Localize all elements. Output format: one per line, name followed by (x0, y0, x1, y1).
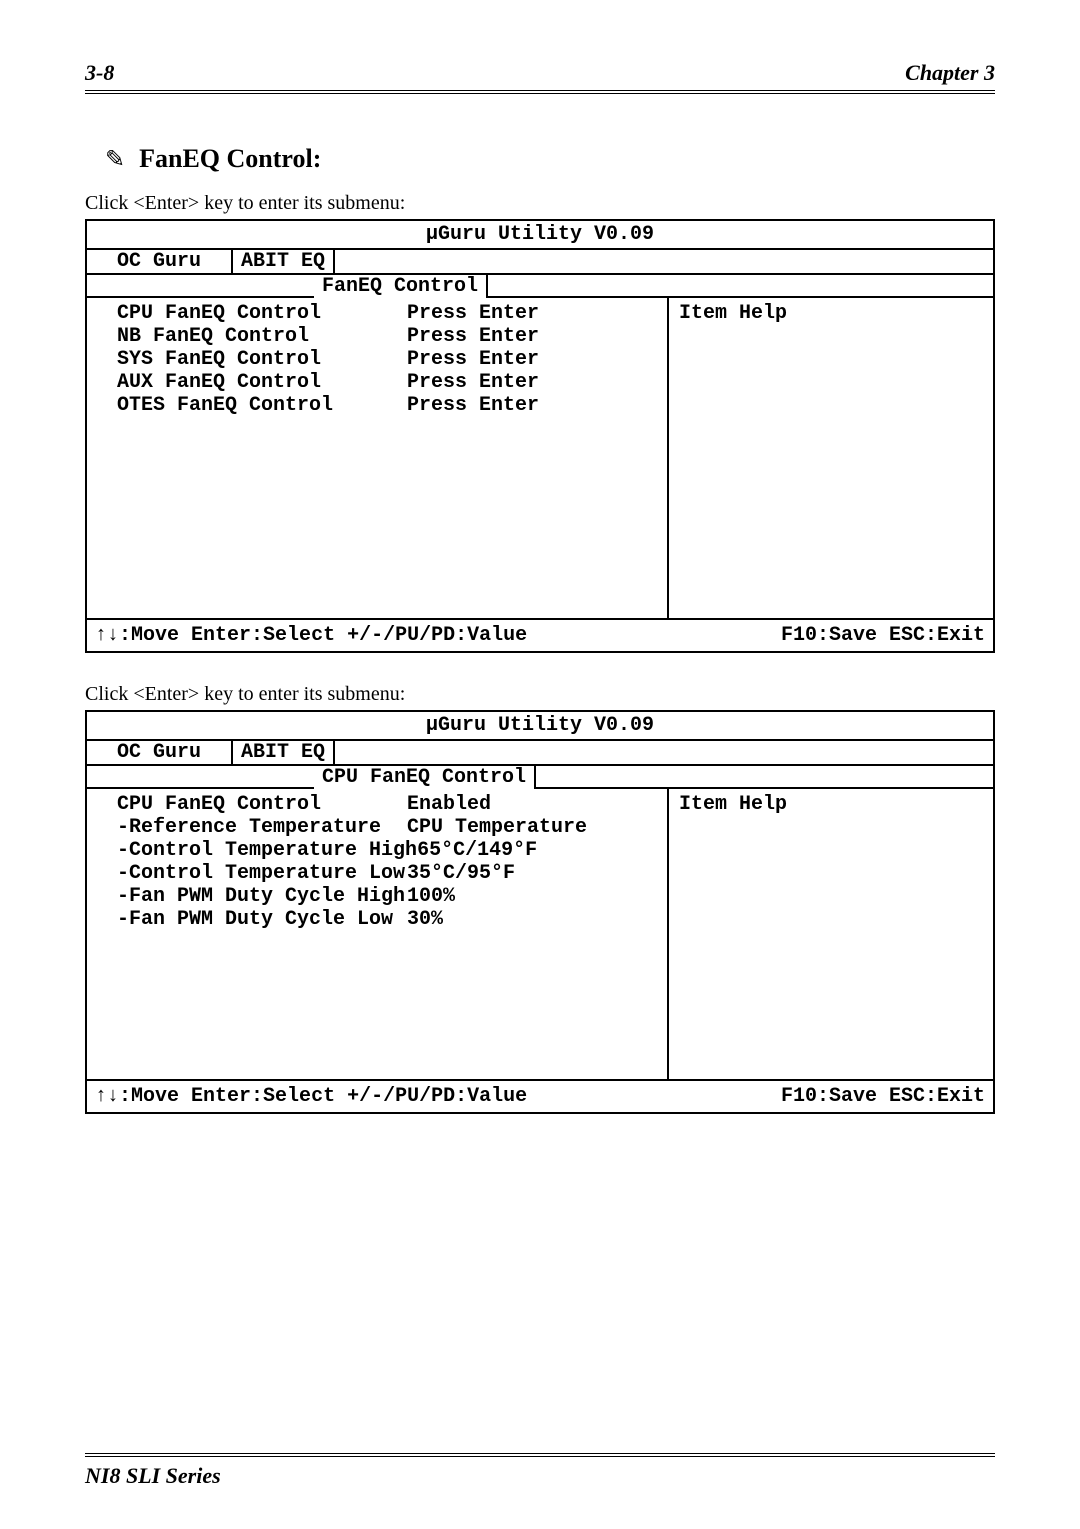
list-item[interactable]: SYS FanEQ Control Press Enter (117, 348, 657, 371)
arrow-down-icon: ↓ (107, 1085, 119, 1108)
item-label: -Reference Temperature (117, 816, 407, 839)
item-label: NB FanEQ Control (117, 325, 407, 348)
arrow-up-icon: ↑ (95, 1085, 107, 1108)
help-heading: Item Help (679, 793, 787, 816)
caption-2: Click <Enter> key to enter its submenu: (85, 683, 995, 706)
bios-footer: ↑↓:Move Enter:Select +/-/PU/PD:Value F10… (87, 618, 993, 651)
subtabs-row: CPU FanEQ Control (87, 766, 993, 789)
item-value: CPU Temperature (407, 816, 657, 839)
bios-help-pane: Item Help (669, 298, 993, 618)
item-value: Press Enter (407, 348, 657, 371)
item-label: OTES FanEQ Control (117, 394, 407, 417)
item-label: SYS FanEQ Control (117, 348, 407, 371)
subtab-rest (536, 766, 993, 789)
footer-left-text: :Move Enter:Select +/-/PU/PD:Value (119, 624, 527, 647)
bios-title: µGuru Utility V0.09 (87, 221, 993, 250)
item-label: -Fan PWM Duty Cycle High (117, 885, 407, 908)
arrow-down-icon: ↓ (107, 624, 119, 647)
list-item[interactable]: CPU FanEQ Control Press Enter (117, 302, 657, 325)
subtab-rest (488, 275, 993, 298)
bios-screen-2: µGuru Utility V0.09 OC Guru ABIT EQ CPU … (85, 710, 995, 1114)
bios-body: CPU FanEQ Control Press Enter NB FanEQ C… (87, 298, 993, 618)
list-item[interactable]: AUX FanEQ Control Press Enter (117, 371, 657, 394)
tab-abit-eq[interactable]: ABIT EQ (233, 741, 335, 766)
series-label: NI8 SLI Series (85, 1463, 221, 1488)
caption-1: Click <Enter> key to enter its submenu: (85, 192, 995, 215)
list-item[interactable]: NB FanEQ Control Press Enter (117, 325, 657, 348)
tab-oc-guru[interactable]: OC Guru (87, 741, 233, 764)
footer-left-text: :Move Enter:Select +/-/PU/PD:Value (119, 1085, 527, 1108)
item-value: Press Enter (407, 371, 657, 394)
list-item[interactable]: CPU FanEQ Control Enabled (117, 793, 657, 816)
list-item[interactable]: -Reference Temperature CPU Temperature (117, 816, 657, 839)
footer-left: ↑↓:Move Enter:Select +/-/PU/PD:Value (95, 624, 527, 647)
list-item[interactable]: -Fan PWM Duty Cycle Low 30% (117, 908, 657, 931)
chapter-label: Chapter 3 (905, 60, 995, 86)
item-value: Enabled (407, 793, 657, 816)
arrow-up-icon: ↑ (95, 624, 107, 647)
section-title-text: FanEQ Control: (139, 144, 321, 174)
footer-right: F10:Save ESC:Exit (781, 624, 985, 647)
list-item[interactable]: -Control Temperature Low 35°C/95°F (117, 862, 657, 885)
subtab-faneq[interactable]: FanEQ Control (314, 275, 488, 298)
bios-screen-1: µGuru Utility V0.09 OC Guru ABIT EQ FanE… (85, 219, 995, 653)
tab-abit-eq[interactable]: ABIT EQ (233, 250, 335, 275)
page-number: 3-8 (85, 60, 114, 86)
bios-left-pane: CPU FanEQ Control Enabled -Reference Tem… (87, 789, 669, 1079)
footer-left: ↑↓:Move Enter:Select +/-/PU/PD:Value (95, 1085, 527, 1108)
section-title: ✎ FanEQ Control: (85, 144, 995, 174)
item-value: Press Enter (407, 394, 657, 417)
item-value: 30% (407, 908, 657, 931)
item-label: -Fan PWM Duty Cycle Low (117, 908, 407, 931)
help-heading: Item Help (679, 302, 787, 325)
item-value: Press Enter (407, 302, 657, 325)
subtab-spacer (87, 275, 314, 298)
item-value: Press Enter (407, 325, 657, 348)
item-label: CPU FanEQ Control (117, 793, 407, 816)
bios-footer: ↑↓:Move Enter:Select +/-/PU/PD:Value F10… (87, 1079, 993, 1112)
pointer-icon: ✎ (105, 145, 125, 174)
item-value: 100% (407, 885, 657, 908)
tab-oc-guru[interactable]: OC Guru (87, 250, 233, 273)
page-header: 3-8 Chapter 3 (85, 60, 995, 94)
page-footer: NI8 SLI Series (85, 1453, 995, 1489)
tabs-row: OC Guru ABIT EQ (87, 250, 993, 275)
item-value: 35°C/95°F (407, 862, 657, 885)
bios-title: µGuru Utility V0.09 (87, 712, 993, 741)
tabs-row: OC Guru ABIT EQ (87, 741, 993, 766)
list-item[interactable]: OTES FanEQ Control Press Enter (117, 394, 657, 417)
subtab-spacer (87, 766, 314, 789)
subtabs-row: FanEQ Control (87, 275, 993, 298)
subtab-cpu-faneq[interactable]: CPU FanEQ Control (314, 766, 536, 789)
footer-right: F10:Save ESC:Exit (781, 1085, 985, 1108)
item-label: -Control Temperature Low (117, 862, 407, 885)
item-label: AUX FanEQ Control (117, 371, 407, 394)
bios-left-pane: CPU FanEQ Control Press Enter NB FanEQ C… (87, 298, 669, 618)
item-label: -Control Temperature High (117, 839, 417, 862)
list-item[interactable]: -Control Temperature High 65°C/149°F (117, 839, 657, 862)
bios-help-pane: Item Help (669, 789, 993, 1079)
item-value: 65°C/149°F (417, 839, 657, 862)
item-label: CPU FanEQ Control (117, 302, 407, 325)
bios-body: CPU FanEQ Control Enabled -Reference Tem… (87, 789, 993, 1079)
list-item[interactable]: -Fan PWM Duty Cycle High 100% (117, 885, 657, 908)
